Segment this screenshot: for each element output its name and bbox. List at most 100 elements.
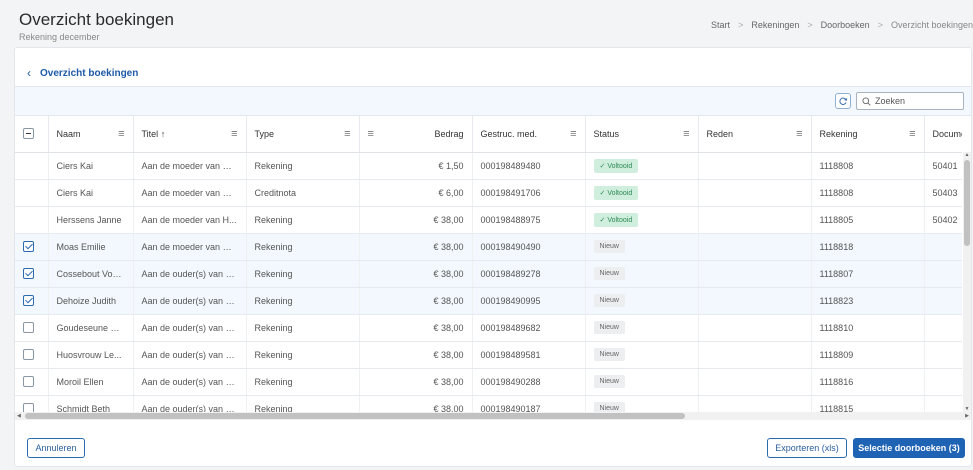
column-header-bedrag[interactable]: ≡ Bedrag	[358, 116, 472, 153]
table-row[interactable]: Herssens Janne Aan de moeder van H... Reke…	[15, 206, 962, 234]
cell-naam: Huosvrouw Le...	[47, 341, 133, 369]
breadcrumb-rekeningen[interactable]: Rekeningen	[751, 20, 799, 30]
cell-reden	[697, 260, 811, 288]
row-select-cell	[15, 206, 48, 234]
cell-rekening: 1118808	[810, 179, 924, 207]
column-menu-icon[interactable]: ≡	[344, 128, 350, 140]
column-label: Type	[254, 128, 275, 139]
breadcrumb-doorboeken[interactable]: Doorboeken	[821, 20, 870, 30]
row-checkbox[interactable]	[23, 376, 34, 388]
refresh-icon	[839, 97, 848, 105]
row-checkbox[interactable]	[23, 349, 34, 361]
column-header-titel[interactable]: Titel ↑ ≡	[132, 116, 246, 153]
status-label: Nieuw	[599, 405, 619, 412]
status-label: Nieuw	[599, 270, 619, 277]
cell-status: ✓ Voltooid	[584, 152, 698, 180]
cancel-button[interactable]: Annuleren	[27, 438, 85, 458]
status-label: Nieuw	[599, 297, 619, 304]
column-menu-icon[interactable]: ≡	[909, 128, 915, 140]
cell-type: Rekening	[245, 368, 359, 396]
cell-rekening: 1118807	[810, 260, 924, 288]
status-label: Voltooid	[607, 216, 633, 224]
column-header-naam[interactable]: Naam ≡	[47, 116, 133, 153]
row-checkbox[interactable]	[23, 403, 34, 412]
cell-titel: Aan de ouder(s) van M...	[132, 368, 246, 396]
cell-gestruc: 000198490490	[471, 233, 585, 261]
cell-naam: Herssens Janne	[47, 206, 133, 234]
row-checkbox[interactable]	[23, 241, 34, 253]
table-row[interactable]: Schmidt Beth Aan de ouder(s) van S... Reke…	[15, 395, 962, 412]
row-select-cell	[15, 152, 48, 180]
table-row[interactable]: Cossebout Von... Aan de ouder(s) van C...…	[15, 260, 962, 288]
select-all-checkbox[interactable]	[23, 128, 34, 140]
horizontal-scroll-thumb[interactable]	[25, 413, 685, 419]
cell-naam: Dehoize Judith	[47, 287, 133, 315]
breadcrumb-start[interactable]: Start	[711, 20, 730, 30]
sort-ascending-icon: ↑	[160, 128, 166, 139]
cell-rekening: 1118805	[810, 206, 924, 234]
cell-rekening: 1118818	[810, 233, 924, 261]
column-header-type[interactable]: Type ≡	[245, 116, 359, 153]
cell-titel: Aan de ouder(s) van S...	[132, 395, 246, 412]
table-row[interactable]: Moas Emilie Aan de moeder van M... Rekenin…	[15, 233, 962, 261]
cell-status: Nieuw	[584, 368, 698, 396]
row-select-cell	[15, 368, 48, 396]
cell-titel: Aan de ouder(s) van H...	[132, 341, 246, 369]
cell-status: Nieuw	[584, 314, 698, 342]
column-header-rekening[interactable]: Rekening ≡	[810, 116, 924, 153]
table-row[interactable]: Dehoize Judith Aan de ouder(s) van D... Re…	[15, 287, 962, 315]
horizontal-scrollbar[interactable]: ◀ ▶	[15, 412, 971, 420]
page-subtitle: Rekening december	[19, 32, 100, 42]
export-button[interactable]: Exporteren (xls)	[767, 438, 847, 458]
search-box[interactable]	[856, 92, 964, 110]
cell-reden	[697, 152, 811, 180]
status-label: Nieuw	[599, 243, 619, 250]
column-header-reden[interactable]: Reden ≡	[697, 116, 811, 153]
status-label: Nieuw	[599, 351, 619, 358]
cell-gestruc: 000198490187	[471, 395, 585, 412]
cell-document	[923, 260, 962, 288]
back-link-label: Overzicht boekingen	[40, 67, 139, 79]
cell-reden	[697, 206, 811, 234]
row-checkbox[interactable]	[23, 268, 34, 280]
scroll-left-icon[interactable]: ◀	[17, 412, 21, 420]
column-menu-icon[interactable]: ≡	[118, 128, 124, 140]
row-select-cell	[15, 341, 48, 369]
table-row[interactable]: Ciers Kai Aan de moeder van Ci... Rekening…	[15, 152, 962, 180]
column-menu-icon[interactable]: ≡	[796, 128, 802, 140]
column-menu-icon[interactable]: ≡	[231, 128, 237, 140]
cell-reden	[697, 233, 811, 261]
status-badge: Nieuw	[593, 267, 625, 280]
table-row[interactable]: Huosvrouw Le... Aan de ouder(s) van H... R…	[15, 341, 962, 369]
row-checkbox[interactable]	[23, 322, 34, 334]
table-row[interactable]: Moroil Ellen Aan de ouder(s) van M... Reke…	[15, 368, 962, 396]
table-row[interactable]: Goudeseune Li... Aan de ouder(s) van G...…	[15, 314, 962, 342]
column-header-document[interactable]: Documer	[923, 116, 962, 153]
cell-bedrag: € 38,00	[358, 287, 472, 315]
table-row[interactable]: Ciers Kai Aan de moeder van Ci... Creditno…	[15, 179, 962, 207]
scroll-up-icon[interactable]: ▲	[963, 152, 971, 158]
status-label: Voltooid	[607, 189, 633, 197]
cell-type: Rekening	[245, 287, 359, 315]
vertical-scrollbar[interactable]: ▲ ▼	[963, 152, 971, 412]
search-input[interactable]	[875, 96, 955, 106]
vertical-scroll-thumb[interactable]	[964, 160, 970, 246]
back-link[interactable]: ‹ Overzicht boekingen	[27, 66, 138, 80]
cell-type: Rekening	[245, 152, 359, 180]
row-checkbox[interactable]	[23, 295, 34, 307]
column-menu-icon[interactable]: ≡	[683, 128, 689, 140]
column-label: Bedrag	[434, 128, 464, 139]
submit-selection-button[interactable]: Selectie doorboeken (3)	[853, 438, 965, 458]
column-menu-icon[interactable]: ≡	[368, 128, 374, 140]
column-header-gestruc[interactable]: Gestruc. med. ≡	[471, 116, 585, 153]
cell-rekening: 1118815	[810, 395, 924, 412]
column-header-status[interactable]: Status ≡	[584, 116, 698, 153]
column-label: Naam	[56, 128, 81, 139]
cell-titel: Aan de ouder(s) van G...	[132, 314, 246, 342]
refresh-button[interactable]	[835, 93, 851, 109]
grid-toolbar	[15, 86, 971, 116]
row-select-cell	[15, 395, 48, 412]
chevron-right-icon: >	[738, 20, 744, 30]
scroll-right-icon[interactable]: ▶	[965, 412, 969, 420]
column-menu-icon[interactable]: ≡	[570, 128, 576, 140]
